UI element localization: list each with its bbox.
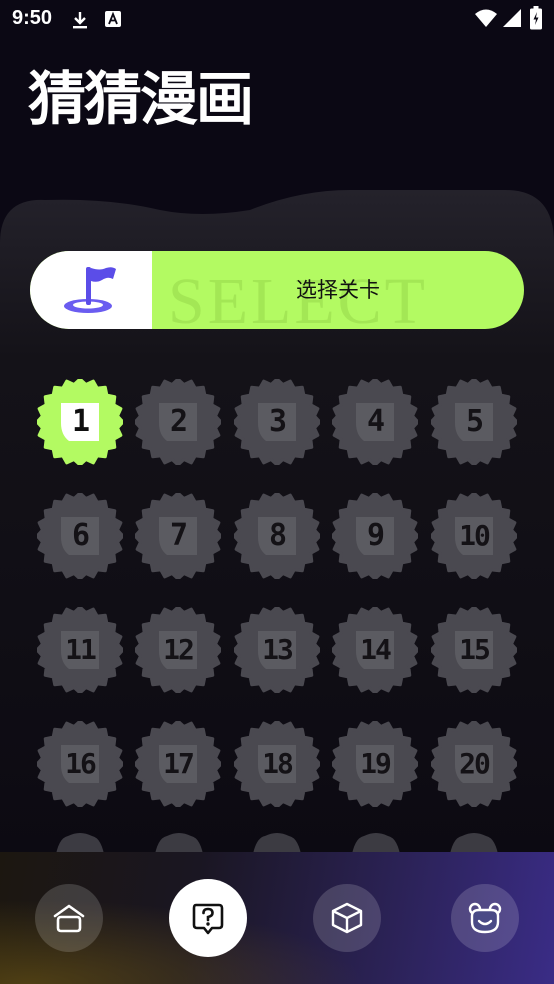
level-number: 15 (459, 633, 491, 666)
level-number: 17 (163, 747, 195, 780)
level-button[interactable]: 17 (135, 721, 221, 807)
level-button[interactable]: 20 (431, 721, 517, 807)
level-button[interactable]: 19 (332, 721, 418, 807)
level-button[interactable]: 6 (37, 493, 123, 579)
level-button[interactable]: 2 (135, 379, 221, 465)
level-number: 3 (268, 404, 287, 439)
level-button[interactable]: 7 (135, 493, 221, 579)
level-number: 16 (65, 747, 97, 780)
bear-icon (468, 902, 502, 934)
nav-profile-button[interactable] (451, 884, 519, 952)
level-number: 5 (465, 404, 484, 439)
level-number: 14 (360, 633, 392, 666)
level-number: 20 (459, 747, 491, 780)
select-level-banner[interactable]: SELECT 选择关卡 (30, 251, 524, 329)
level-button[interactable]: 12 (135, 607, 221, 693)
level-number: 19 (360, 747, 392, 780)
nav-home-button[interactable] (35, 884, 103, 952)
level-button[interactable]: 9 (332, 493, 418, 579)
level-button[interactable]: 10 (431, 493, 517, 579)
status-time: 9:50 (12, 7, 53, 29)
font-icon (105, 11, 121, 27)
level-number: 6 (71, 518, 90, 553)
level-button[interactable]: 3 (234, 379, 320, 465)
wifi-icon (475, 9, 497, 27)
home-icon (53, 904, 85, 933)
level-button[interactable]: 5 (431, 379, 517, 465)
signal-icon (503, 9, 521, 27)
level-button[interactable]: 16 (37, 721, 123, 807)
box-icon (331, 902, 363, 934)
level-number: 9 (366, 518, 385, 553)
select-level-label: 选择关卡 (296, 278, 380, 302)
status-bar: 9:50 (0, 0, 554, 40)
level-button[interactable]: 13 (234, 607, 320, 693)
level-number: 8 (268, 518, 287, 553)
level-button[interactable]: 14 (332, 607, 418, 693)
level-button[interactable]: 1 (37, 379, 123, 465)
battery-icon (530, 6, 542, 30)
level-number: 12 (163, 633, 195, 666)
level-button[interactable]: 11 (37, 607, 123, 693)
level-number: 13 (262, 633, 294, 666)
level-number: 18 (262, 747, 294, 780)
download-icon (73, 12, 87, 29)
nav-box-button[interactable] (313, 884, 381, 952)
level-button[interactable]: 8 (234, 493, 320, 579)
level-number: 4 (366, 404, 385, 439)
nav-question-button[interactable] (169, 879, 247, 957)
app-title: 猜猜漫画 (28, 65, 254, 133)
question-chat-icon (192, 903, 224, 935)
level-number: 7 (169, 518, 188, 553)
level-number: 11 (65, 633, 97, 666)
level-button[interactable]: 15 (431, 607, 517, 693)
flag-badge (30, 251, 152, 329)
level-button[interactable]: 18 (234, 721, 320, 807)
level-number: 10 (459, 519, 491, 552)
level-number: 2 (169, 404, 188, 439)
flag-icon (64, 267, 116, 313)
level-button[interactable]: 4 (332, 379, 418, 465)
level-number: 1 (71, 404, 90, 439)
